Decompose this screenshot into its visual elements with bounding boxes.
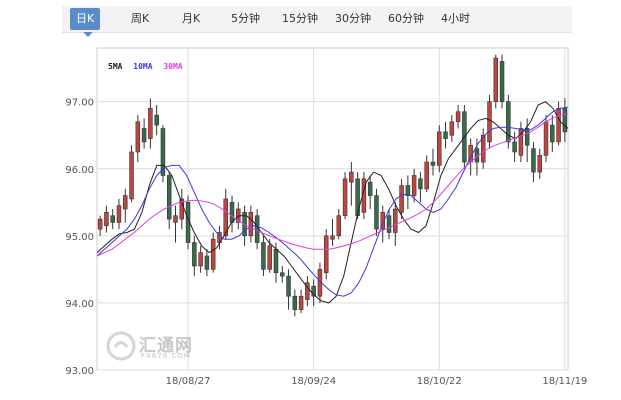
candle-body xyxy=(141,128,147,143)
candle-body xyxy=(116,205,122,223)
candle-body xyxy=(286,275,291,297)
candle-body xyxy=(455,111,461,123)
candle-body xyxy=(531,148,536,173)
candle-body xyxy=(330,235,335,240)
candle-body xyxy=(267,245,272,270)
candle-body xyxy=(418,178,423,190)
candle-body xyxy=(424,161,429,190)
candle-body xyxy=(405,185,411,196)
candle-body xyxy=(393,208,398,233)
candle-body xyxy=(248,212,254,237)
candle-body xyxy=(135,121,141,153)
candle-body xyxy=(336,215,342,237)
candle-body xyxy=(499,61,505,102)
y-tick-label: 94.00 xyxy=(65,299,94,310)
candle-body xyxy=(411,175,417,196)
candle-body xyxy=(292,295,298,310)
x-tick-label: 18/09/24 xyxy=(291,376,336,387)
candlestick-chart: 97.00 96.00 95.00 94.00 93.00 18/08/27 18/09/2… xyxy=(65,47,587,387)
candle-body xyxy=(437,131,442,166)
candle-body xyxy=(342,178,348,217)
candle-body xyxy=(123,195,128,210)
candle-body xyxy=(273,248,279,274)
candle-body xyxy=(355,178,360,217)
candle-body xyxy=(110,215,115,223)
candle-body xyxy=(204,255,210,270)
candle-body xyxy=(556,108,561,143)
candle-body xyxy=(229,201,235,223)
candle-body xyxy=(399,185,404,213)
candle-body xyxy=(374,195,379,230)
x-tick-label: 18/08/27 xyxy=(166,376,211,387)
candle-body xyxy=(261,242,266,270)
candle-body xyxy=(524,128,530,146)
candle-body xyxy=(449,121,455,136)
candle-body xyxy=(550,124,555,143)
candle-body xyxy=(349,171,354,183)
candle-body xyxy=(323,235,329,274)
watermark-logo-icon xyxy=(105,330,137,366)
candle-body xyxy=(192,242,197,267)
candle-body xyxy=(367,181,373,196)
y-tick-label: 93.00 xyxy=(65,366,94,377)
candle-body xyxy=(97,218,103,230)
candle-body xyxy=(166,175,172,220)
candle-body xyxy=(430,161,436,166)
y-tick-label: 97.00 xyxy=(65,98,94,109)
y-tick-label: 96.00 xyxy=(65,165,94,176)
candle-body xyxy=(537,155,542,173)
candle-body xyxy=(493,57,499,102)
candle-body xyxy=(148,108,153,139)
candle-body xyxy=(210,238,216,270)
candle-body xyxy=(543,121,549,156)
candle-body xyxy=(280,272,285,277)
candles xyxy=(97,54,568,317)
candle-body xyxy=(198,252,203,267)
y-tick-label: 95.00 xyxy=(65,232,94,243)
candle-body xyxy=(386,215,392,233)
x-tick-label: 18/10/22 xyxy=(417,376,462,387)
candle-body xyxy=(129,151,134,200)
candle-body xyxy=(298,295,304,310)
candle-body xyxy=(443,131,448,139)
watermark-url: FX678.COM xyxy=(141,352,191,360)
candle-body xyxy=(512,141,517,153)
candle-body xyxy=(487,101,492,143)
x-tick-label: 18/11/19 xyxy=(542,376,587,387)
candle-body xyxy=(154,114,159,126)
candle-body xyxy=(562,108,568,133)
candle-body xyxy=(104,212,109,227)
candle-body xyxy=(173,215,178,223)
